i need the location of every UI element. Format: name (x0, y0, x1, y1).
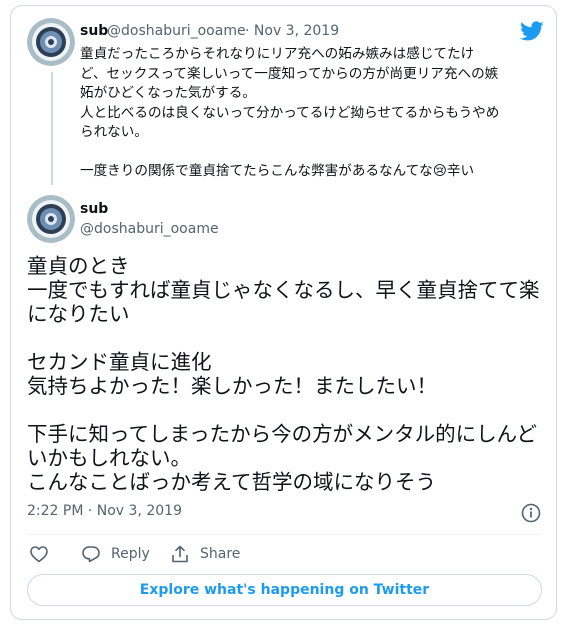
divider (27, 534, 542, 535)
tweet-timestamp[interactable]: 2:22 PM · Nov 3, 2019 (27, 503, 182, 519)
thread-connector-line (51, 72, 53, 185)
author-handle[interactable]: @doshaburi_ooame (80, 221, 219, 237)
twitter-bird-icon[interactable] (520, 19, 544, 43)
share-button[interactable]: Share (170, 542, 240, 566)
author-handle[interactable]: @doshaburi_ooame (107, 23, 246, 39)
author-name[interactable]: sub (80, 201, 108, 217)
info-icon[interactable] (521, 503, 541, 523)
explore-twitter-button[interactable]: Explore what's happening on Twitter (27, 574, 542, 606)
avatar[interactable] (27, 18, 75, 66)
reply-label: Reply (111, 546, 150, 562)
quoted-tweet-text: 童貞だったころからそれなりにリア充への妬み嫉みは感じてたけ ど、セックスって楽し… (80, 46, 500, 179)
share-icon (172, 545, 188, 563)
share-label: Share (200, 546, 241, 562)
heart-icon (30, 546, 48, 563)
tweet-text: 童貞のとき 一度でもすれば童貞じゃなくなるし、早く童貞捨てて楽 になりたい セカ… (27, 254, 540, 494)
like-button[interactable] (29, 542, 49, 566)
tweet-date[interactable]: · Nov 3, 2019 (245, 23, 339, 39)
avatar[interactable] (27, 195, 75, 243)
reply-button[interactable]: Reply (81, 542, 150, 566)
reply-icon (82, 546, 100, 563)
author-name[interactable]: sub (80, 23, 108, 39)
